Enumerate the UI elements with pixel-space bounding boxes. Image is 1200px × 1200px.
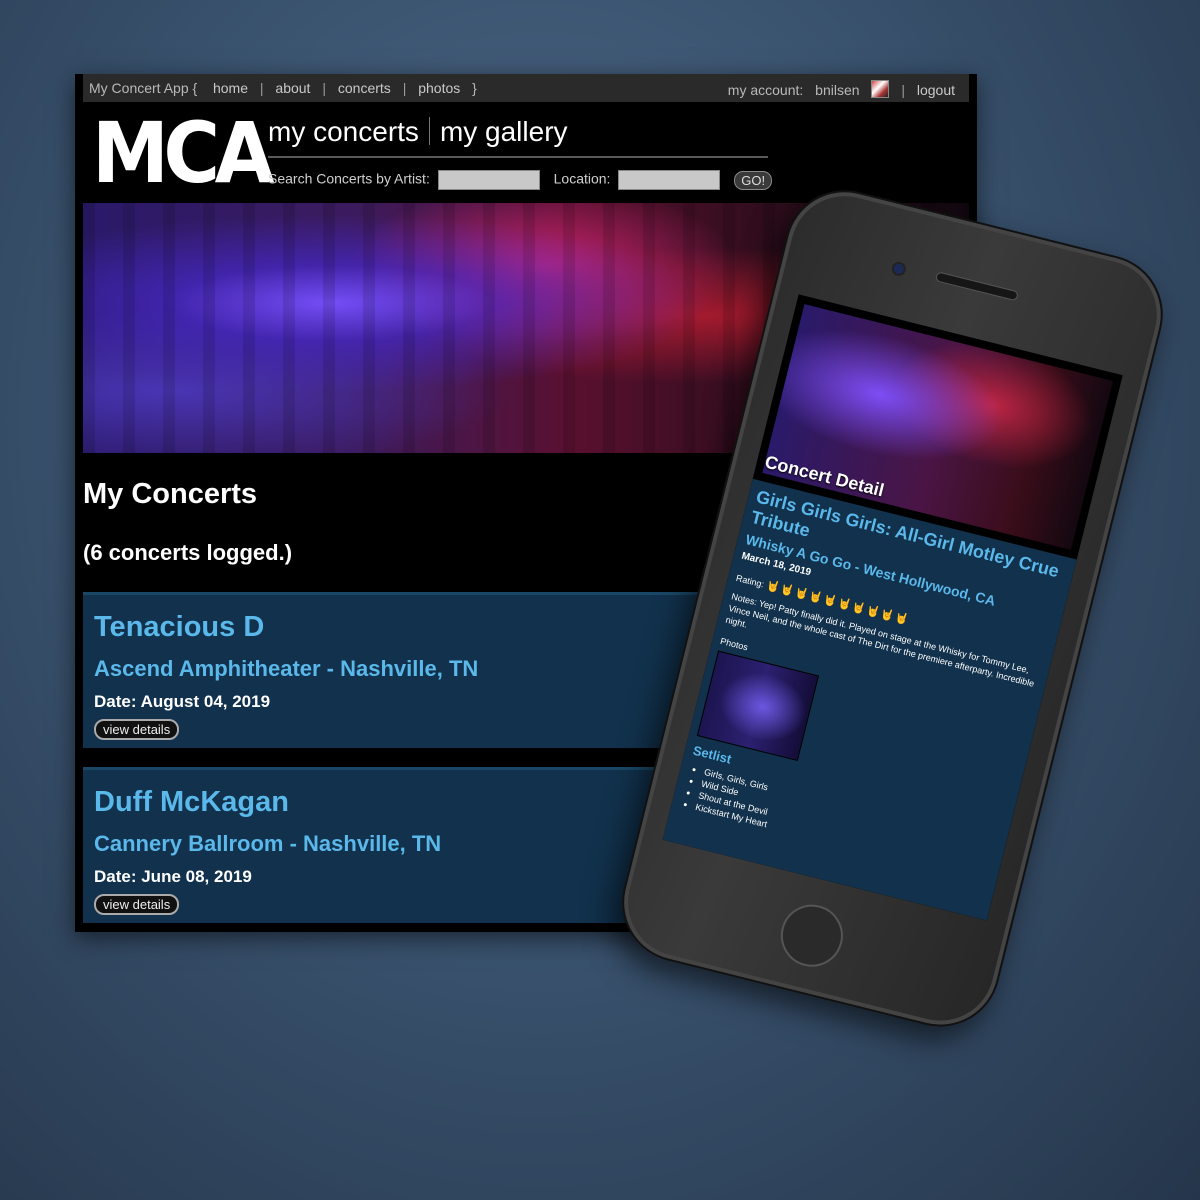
nav-about[interactable]: about [275,80,310,96]
speaker-grille [934,271,1019,302]
setlist: Girls, Girls, Girls Wild Side Shout at t… [681,763,778,831]
account-username[interactable]: bnilsen [815,82,859,98]
app-name: My Concert App { [89,80,198,96]
location-search-input[interactable] [618,170,721,190]
nav-concerts[interactable]: concerts [338,80,391,96]
logout-link[interactable]: logout [917,82,955,98]
concert-date: Date: August 04, 2019 [94,692,271,711]
brand-nav: my concerts my gallery [268,116,768,158]
avatar[interactable] [871,80,890,98]
concert-venue: Cannery Ballroom - Nashville, TN [94,831,442,856]
search-bar: Search Concerts by Artist: Location: GO! [268,170,773,190]
concert-card: Tenacious D Ascend Amphitheater - Nashvi… [83,592,703,748]
nav-divider: | [901,82,905,98]
go-button[interactable]: GO! [734,170,773,190]
rating-label: Rating: [735,572,766,590]
nav-divider: | [322,80,326,96]
concert-date: Date: June 08, 2019 [94,867,252,886]
nav-divider: | [259,80,264,96]
nav-divider: | [402,80,407,96]
my-gallery-link[interactable]: my gallery [440,116,568,147]
view-details-button[interactable]: view details [94,894,180,915]
account-label: my account: [727,82,804,98]
top-nav: My Concert App { home | about | concerts… [83,74,969,102]
event-photo[interactable] [696,650,820,762]
nav-home[interactable]: home [213,80,248,96]
page-title: My Concerts [83,478,258,510]
concert-detail: Girls Girls Girls: All-Girl Motley Crue … [662,478,1077,921]
artist-search-input[interactable] [437,170,540,190]
location-search-label: Location: [553,170,611,187]
brand-divider [428,117,430,145]
home-button[interactable] [774,898,850,974]
photos-label: Photos [719,635,749,653]
my-concerts-link[interactable]: my concerts [268,116,419,147]
camera-icon [890,260,908,278]
concert-artist[interactable]: Duff McKagan [94,786,289,819]
concert-artist[interactable]: Tenacious D [94,611,264,644]
concert-venue: Ascend Amphitheater - Nashville, TN [94,656,479,681]
nav-close-brace: } [472,80,477,96]
nav-photos[interactable]: photos [418,80,460,96]
mca-logo[interactable]: MCA [92,110,274,196]
concert-card: Duff McKagan Cannery Ballroom - Nashvill… [83,767,703,923]
artist-search-label: Search Concerts by Artist: [268,170,430,187]
concert-count: (6 concerts logged.) [83,540,293,565]
view-details-button[interactable]: view details [94,719,180,740]
